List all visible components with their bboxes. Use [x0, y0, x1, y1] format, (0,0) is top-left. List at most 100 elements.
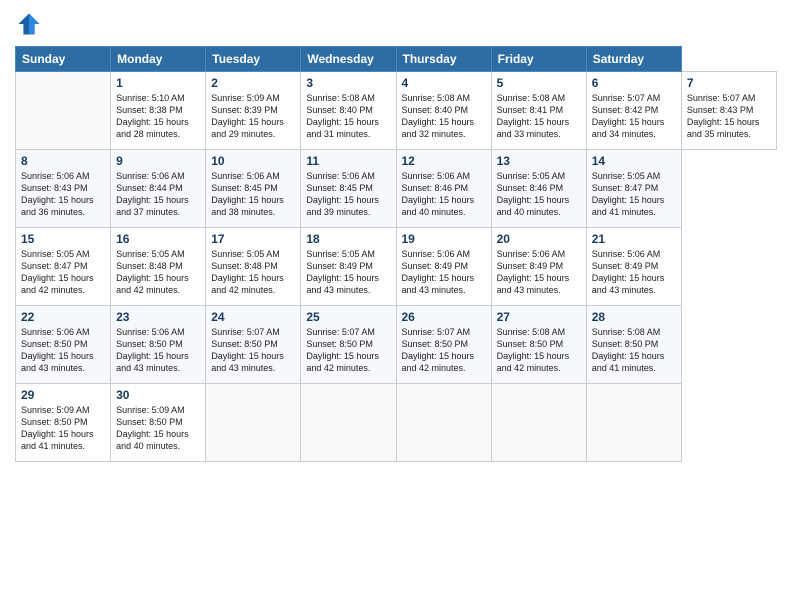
day-cell: 29 Sunrise: 5:09 AM Sunset: 8:50 PM Dayli… — [16, 384, 111, 462]
day-info: Sunrise: 5:08 AM Sunset: 8:50 PM Dayligh… — [592, 326, 676, 375]
day-info: Sunrise: 5:09 AM Sunset: 8:50 PM Dayligh… — [116, 404, 200, 453]
day-cell: 2 Sunrise: 5:09 AM Sunset: 8:39 PM Daylig… — [206, 72, 301, 150]
day-cell: 14 Sunrise: 5:05 AM Sunset: 8:47 PM Dayli… — [586, 150, 681, 228]
day-cell — [491, 384, 586, 462]
day-cell: 18Sunrise: 5:05 AM Sunset: 8:49 PM Dayli… — [301, 228, 396, 306]
day-cell: 20 Sunrise: 5:06 AM Sunset: 8:49 PM Dayli… — [491, 228, 586, 306]
day-cell: 1 Sunrise: 5:10 AM Sunset: 8:38 PM Daylig… — [111, 72, 206, 150]
day-cell: 10Sunrise: 5:06 AM Sunset: 8:45 PM Dayli… — [206, 150, 301, 228]
day-info: Sunrise: 5:05 AM Sunset: 8:48 PM Dayligh… — [211, 248, 295, 297]
day-number: 23 — [116, 310, 200, 324]
day-number: 22 — [21, 310, 105, 324]
day-number: 6 — [592, 76, 676, 90]
day-cell: 5Sunrise: 5:08 AM Sunset: 8:41 PM Daylig… — [491, 72, 586, 150]
day-number: 20 — [497, 232, 581, 246]
day-info: Sunrise: 5:06 AM Sunset: 8:49 PM Dayligh… — [497, 248, 581, 297]
week-row-4: 22 Sunrise: 5:06 AM Sunset: 8:50 PM Dayli… — [16, 306, 777, 384]
day-cell: 3 Sunrise: 5:08 AM Sunset: 8:40 PM Daylig… — [301, 72, 396, 150]
day-info: Sunrise: 5:09 AM Sunset: 8:39 PM Dayligh… — [211, 92, 295, 141]
header-cell-monday: Monday — [111, 47, 206, 72]
day-cell: 13 Sunrise: 5:05 AM Sunset: 8:46 PM Dayli… — [491, 150, 586, 228]
header-row: SundayMondayTuesdayWednesdayThursdayFrid… — [16, 47, 777, 72]
day-number: 7 — [687, 76, 771, 90]
day-number: 17 — [211, 232, 295, 246]
day-number: 5 — [497, 76, 581, 90]
header-cell-saturday: Saturday — [586, 47, 681, 72]
day-cell: 25 Sunrise: 5:07 AM Sunset: 8:50 PM Dayli… — [301, 306, 396, 384]
header-cell-tuesday: Tuesday — [206, 47, 301, 72]
day-number: 27 — [497, 310, 581, 324]
day-cell: 4Sunrise: 5:08 AM Sunset: 8:40 PM Daylig… — [396, 72, 491, 150]
header-cell-thursday: Thursday — [396, 47, 491, 72]
day-number: 8 — [21, 154, 105, 168]
day-number: 2 — [211, 76, 295, 90]
week-row-3: 15 Sunrise: 5:05 AM Sunset: 8:47 PM Dayli… — [16, 228, 777, 306]
day-number: 13 — [497, 154, 581, 168]
page: SundayMondayTuesdayWednesdayThursdayFrid… — [0, 0, 792, 612]
day-info: Sunrise: 5:07 AM Sunset: 8:42 PM Dayligh… — [592, 92, 676, 141]
day-cell — [301, 384, 396, 462]
day-cell: 23 Sunrise: 5:06 AM Sunset: 8:50 PM Dayli… — [111, 306, 206, 384]
day-cell: 22 Sunrise: 5:06 AM Sunset: 8:50 PM Dayli… — [16, 306, 111, 384]
calendar-table: SundayMondayTuesdayWednesdayThursdayFrid… — [15, 46, 777, 462]
day-info: Sunrise: 5:10 AM Sunset: 8:38 PM Dayligh… — [116, 92, 200, 141]
header-cell-wednesday: Wednesday — [301, 47, 396, 72]
day-cell: 6 Sunrise: 5:07 AM Sunset: 8:42 PM Daylig… — [586, 72, 681, 150]
day-number: 4 — [402, 76, 486, 90]
day-info: Sunrise: 5:05 AM Sunset: 8:48 PM Dayligh… — [116, 248, 200, 297]
week-row-1: 1 Sunrise: 5:10 AM Sunset: 8:38 PM Daylig… — [16, 72, 777, 150]
day-cell: 17 Sunrise: 5:05 AM Sunset: 8:48 PM Dayli… — [206, 228, 301, 306]
day-cell — [16, 72, 111, 150]
day-info: Sunrise: 5:05 AM Sunset: 8:46 PM Dayligh… — [497, 170, 581, 219]
day-number: 9 — [116, 154, 200, 168]
day-cell — [396, 384, 491, 462]
day-cell: 8Sunrise: 5:06 AM Sunset: 8:43 PM Daylig… — [16, 150, 111, 228]
day-number: 29 — [21, 388, 105, 402]
day-number: 3 — [306, 76, 390, 90]
day-info: Sunrise: 5:06 AM Sunset: 8:44 PM Dayligh… — [116, 170, 200, 219]
day-info: Sunrise: 5:05 AM Sunset: 8:47 PM Dayligh… — [21, 248, 105, 297]
day-number: 25 — [306, 310, 390, 324]
day-number: 16 — [116, 232, 200, 246]
day-info: Sunrise: 5:08 AM Sunset: 8:40 PM Dayligh… — [306, 92, 390, 141]
day-cell: 12 Sunrise: 5:06 AM Sunset: 8:46 PM Dayli… — [396, 150, 491, 228]
day-number: 30 — [116, 388, 200, 402]
day-info: Sunrise: 5:06 AM Sunset: 8:45 PM Dayligh… — [306, 170, 390, 219]
day-cell: 24 Sunrise: 5:07 AM Sunset: 8:50 PM Dayli… — [206, 306, 301, 384]
day-number: 10 — [211, 154, 295, 168]
day-cell: 30 Sunrise: 5:09 AM Sunset: 8:50 PM Dayli… — [111, 384, 206, 462]
day-number: 21 — [592, 232, 676, 246]
day-info: Sunrise: 5:06 AM Sunset: 8:49 PM Dayligh… — [402, 248, 486, 297]
day-number: 18 — [306, 232, 390, 246]
day-number: 15 — [21, 232, 105, 246]
day-info: Sunrise: 5:07 AM Sunset: 8:50 PM Dayligh… — [402, 326, 486, 375]
day-cell: 21Sunrise: 5:06 AM Sunset: 8:49 PM Dayli… — [586, 228, 681, 306]
day-number: 24 — [211, 310, 295, 324]
week-row-5: 29 Sunrise: 5:09 AM Sunset: 8:50 PM Dayli… — [16, 384, 777, 462]
logo-icon — [15, 10, 43, 38]
day-cell — [586, 384, 681, 462]
day-cell: 27 Sunrise: 5:08 AM Sunset: 8:50 PM Dayli… — [491, 306, 586, 384]
day-info: Sunrise: 5:06 AM Sunset: 8:50 PM Dayligh… — [116, 326, 200, 375]
day-info: Sunrise: 5:07 AM Sunset: 8:43 PM Dayligh… — [687, 92, 771, 141]
day-info: Sunrise: 5:07 AM Sunset: 8:50 PM Dayligh… — [211, 326, 295, 375]
day-number: 11 — [306, 154, 390, 168]
day-cell: 28Sunrise: 5:08 AM Sunset: 8:50 PM Dayli… — [586, 306, 681, 384]
day-cell — [206, 384, 301, 462]
day-number: 19 — [402, 232, 486, 246]
day-number: 1 — [116, 76, 200, 90]
day-info: Sunrise: 5:09 AM Sunset: 8:50 PM Dayligh… — [21, 404, 105, 453]
day-cell: 11 Sunrise: 5:06 AM Sunset: 8:45 PM Dayli… — [301, 150, 396, 228]
header-cell-friday: Friday — [491, 47, 586, 72]
day-info: Sunrise: 5:05 AM Sunset: 8:47 PM Dayligh… — [592, 170, 676, 219]
day-cell: 15 Sunrise: 5:05 AM Sunset: 8:47 PM Dayli… — [16, 228, 111, 306]
day-info: Sunrise: 5:08 AM Sunset: 8:50 PM Dayligh… — [497, 326, 581, 375]
day-info: Sunrise: 5:07 AM Sunset: 8:50 PM Dayligh… — [306, 326, 390, 375]
day-cell: 19 Sunrise: 5:06 AM Sunset: 8:49 PM Dayli… — [396, 228, 491, 306]
week-row-2: 8Sunrise: 5:06 AM Sunset: 8:43 PM Daylig… — [16, 150, 777, 228]
day-info: Sunrise: 5:06 AM Sunset: 8:46 PM Dayligh… — [402, 170, 486, 219]
day-cell: 7 Sunrise: 5:07 AM Sunset: 8:43 PM Daylig… — [681, 72, 776, 150]
day-number: 12 — [402, 154, 486, 168]
day-number: 14 — [592, 154, 676, 168]
day-info: Sunrise: 5:06 AM Sunset: 8:50 PM Dayligh… — [21, 326, 105, 375]
